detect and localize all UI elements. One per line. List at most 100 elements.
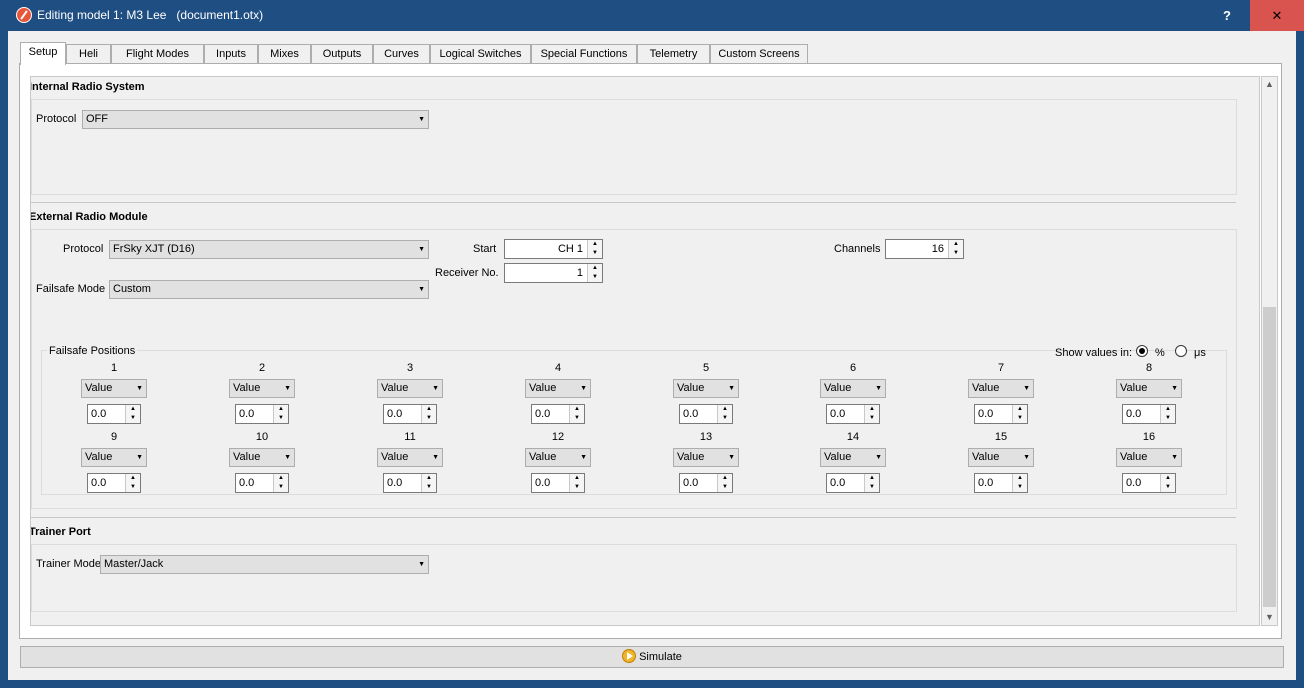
spin-up-icon[interactable]: ▲: [1161, 405, 1175, 414]
spin-down-icon[interactable]: ▼: [570, 414, 584, 423]
trainer-mode-select[interactable]: Master/Jack ▼: [100, 555, 429, 574]
spin-arrows[interactable]: ▲ ▼: [948, 240, 963, 258]
failsafe-channel-mode-select[interactable]: Value ▼: [673, 448, 739, 467]
spin-arrows[interactable]: ▲ ▼: [1160, 474, 1175, 492]
failsafe-channel-mode-select[interactable]: Value ▼: [229, 448, 295, 467]
spin-up-icon[interactable]: ▲: [718, 474, 732, 483]
help-button[interactable]: ?: [1204, 0, 1250, 31]
spin-up-icon[interactable]: ▲: [588, 264, 602, 273]
failsafe-channel-mode-select[interactable]: Value ▼: [1116, 448, 1182, 467]
spin-down-icon[interactable]: ▼: [949, 249, 963, 258]
failsafe-channel-value-spinbox[interactable]: 0.0 ▲ ▼: [1122, 404, 1176, 424]
spin-down-icon[interactable]: ▼: [718, 414, 732, 423]
spin-up-icon[interactable]: ▲: [588, 240, 602, 249]
spin-up-icon[interactable]: ▲: [274, 405, 288, 414]
unit-percent-radio[interactable]: [1136, 345, 1148, 357]
failsafe-channel-mode-select[interactable]: Value ▼: [1116, 379, 1182, 398]
spin-down-icon[interactable]: ▼: [422, 414, 436, 423]
scroll-down-icon[interactable]: ▼: [1265, 612, 1274, 622]
spin-arrows[interactable]: ▲ ▼: [569, 405, 584, 423]
spin-up-icon[interactable]: ▲: [1013, 405, 1027, 414]
spin-arrows[interactable]: ▲ ▼: [125, 474, 140, 492]
failsafe-channel-value-spinbox[interactable]: 0.0 ▲ ▼: [974, 404, 1028, 424]
spin-up-icon[interactable]: ▲: [422, 474, 436, 483]
spin-arrows[interactable]: ▲ ▼: [421, 405, 436, 423]
spin-up-icon[interactable]: ▲: [1161, 474, 1175, 483]
spin-up-icon[interactable]: ▲: [718, 405, 732, 414]
failsafe-channel-value-spinbox[interactable]: 0.0 ▲ ▼: [679, 473, 733, 493]
failsafe-channel-mode-select[interactable]: Value ▼: [81, 448, 147, 467]
failsafe-channel-mode-select[interactable]: Value ▼: [820, 379, 886, 398]
receiver-spinbox[interactable]: 1 ▲ ▼: [504, 263, 603, 283]
spin-up-icon[interactable]: ▲: [570, 405, 584, 414]
spin-down-icon[interactable]: ▼: [588, 273, 602, 282]
tab-mixes[interactable]: Mixes: [258, 44, 311, 64]
spin-arrows[interactable]: ▲ ▼: [717, 405, 732, 423]
failsafe-channel-mode-select[interactable]: Value ▼: [525, 448, 591, 467]
spin-up-icon[interactable]: ▲: [126, 474, 140, 483]
spin-arrows[interactable]: ▲ ▼: [864, 474, 879, 492]
spin-arrows[interactable]: ▲ ▼: [569, 474, 584, 492]
spin-up-icon[interactable]: ▲: [865, 405, 879, 414]
spin-arrows[interactable]: ▲ ▼: [717, 474, 732, 492]
spin-down-icon[interactable]: ▼: [126, 483, 140, 492]
failsafe-channel-value-spinbox[interactable]: 0.0 ▲ ▼: [826, 404, 880, 424]
scrollbar-thumb[interactable]: [1263, 307, 1276, 607]
spin-down-icon[interactable]: ▼: [570, 483, 584, 492]
spin-up-icon[interactable]: ▲: [949, 240, 963, 249]
spin-arrows[interactable]: ▲ ▼: [1012, 474, 1027, 492]
internal-protocol-select[interactable]: OFF ▼: [82, 110, 429, 129]
spin-arrows[interactable]: ▲ ▼: [587, 264, 602, 282]
failsafe-channel-mode-select[interactable]: Value ▼: [229, 379, 295, 398]
spin-up-icon[interactable]: ▲: [1013, 474, 1027, 483]
vertical-scrollbar[interactable]: ▲ ▼: [1261, 76, 1278, 626]
failsafe-channel-mode-select[interactable]: Value ▼: [820, 448, 886, 467]
spin-up-icon[interactable]: ▲: [570, 474, 584, 483]
spin-down-icon[interactable]: ▼: [1161, 414, 1175, 423]
spin-down-icon[interactable]: ▼: [588, 249, 602, 258]
failsafe-channel-value-spinbox[interactable]: 0.0 ▲ ▼: [235, 404, 289, 424]
failsafe-channel-mode-select[interactable]: Value ▼: [968, 448, 1034, 467]
failsafe-channel-value-spinbox[interactable]: 0.0 ▲ ▼: [974, 473, 1028, 493]
spin-arrows[interactable]: ▲ ▼: [273, 474, 288, 492]
spin-down-icon[interactable]: ▼: [126, 414, 140, 423]
failsafe-mode-select[interactable]: Custom ▼: [109, 280, 429, 299]
start-channel-spinbox[interactable]: CH 1 ▲ ▼: [504, 239, 603, 259]
unit-us-radio[interactable]: [1175, 345, 1187, 357]
spin-arrows[interactable]: ▲ ▼: [864, 405, 879, 423]
tab-custom-screens[interactable]: Custom Screens: [710, 44, 808, 64]
failsafe-channel-value-spinbox[interactable]: 0.0 ▲ ▼: [87, 404, 141, 424]
failsafe-channel-value-spinbox[interactable]: 0.0 ▲ ▼: [383, 404, 437, 424]
tab-heli[interactable]: Heli: [66, 44, 111, 64]
failsafe-channel-value-spinbox[interactable]: 0.0 ▲ ▼: [531, 404, 585, 424]
spin-arrows[interactable]: ▲ ▼: [421, 474, 436, 492]
failsafe-channel-mode-select[interactable]: Value ▼: [377, 448, 443, 467]
failsafe-channel-mode-select[interactable]: Value ▼: [673, 379, 739, 398]
spin-down-icon[interactable]: ▼: [1013, 414, 1027, 423]
spin-up-icon[interactable]: ▲: [126, 405, 140, 414]
failsafe-channel-value-spinbox[interactable]: 0.0 ▲ ▼: [383, 473, 437, 493]
tab-logical-switches[interactable]: Logical Switches: [430, 44, 531, 64]
scroll-up-icon[interactable]: ▲: [1265, 79, 1274, 89]
failsafe-channel-value-spinbox[interactable]: 0.0 ▲ ▼: [1122, 473, 1176, 493]
tab-outputs[interactable]: Outputs: [311, 44, 373, 64]
tab-setup[interactable]: Setup: [20, 42, 66, 65]
external-protocol-select[interactable]: FrSky XJT (D16) ▼: [109, 240, 429, 259]
spin-down-icon[interactable]: ▼: [1013, 483, 1027, 492]
tab-inputs[interactable]: Inputs: [204, 44, 258, 64]
tab-curves[interactable]: Curves: [373, 44, 430, 64]
failsafe-channel-mode-select[interactable]: Value ▼: [377, 379, 443, 398]
tab-special-functions[interactable]: Special Functions: [531, 44, 637, 64]
spin-down-icon[interactable]: ▼: [274, 414, 288, 423]
spin-arrows[interactable]: ▲ ▼: [1160, 405, 1175, 423]
spin-down-icon[interactable]: ▼: [718, 483, 732, 492]
spin-up-icon[interactable]: ▲: [274, 474, 288, 483]
failsafe-channel-value-spinbox[interactable]: 0.0 ▲ ▼: [87, 473, 141, 493]
spin-arrows[interactable]: ▲ ▼: [587, 240, 602, 258]
spin-arrows[interactable]: ▲ ▼: [125, 405, 140, 423]
spin-down-icon[interactable]: ▼: [865, 414, 879, 423]
failsafe-channel-mode-select[interactable]: Value ▼: [968, 379, 1034, 398]
failsafe-channel-value-spinbox[interactable]: 0.0 ▲ ▼: [679, 404, 733, 424]
spin-up-icon[interactable]: ▲: [422, 405, 436, 414]
spin-arrows[interactable]: ▲ ▼: [273, 405, 288, 423]
